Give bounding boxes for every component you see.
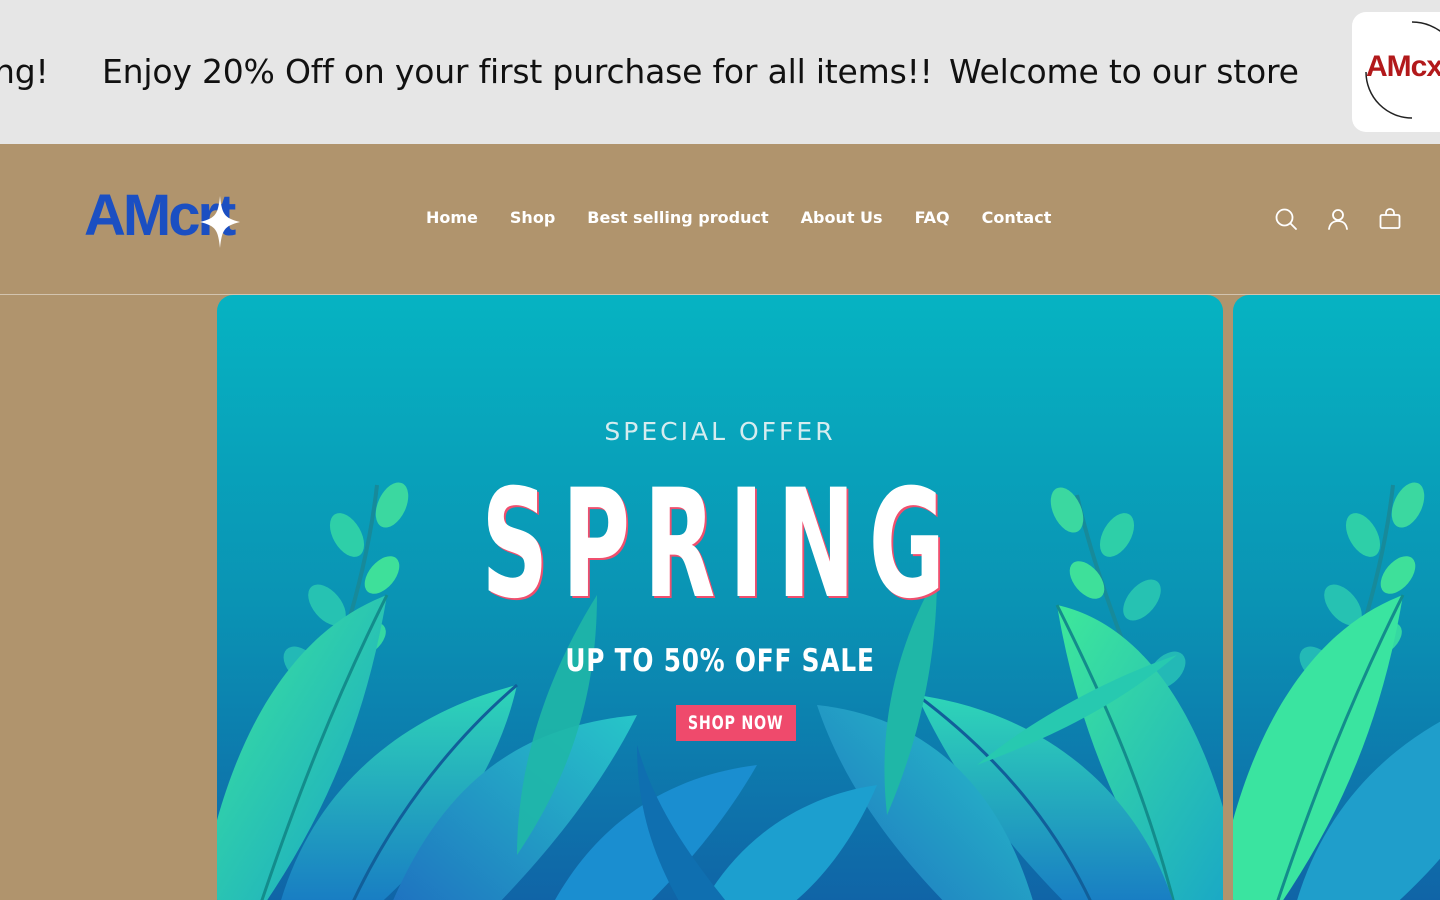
nav-faq[interactable]: FAQ bbox=[899, 204, 966, 232]
hero-slide-spring[interactable]: SPECIAL OFFER SPRING UP TO 50% OFF SALE … bbox=[217, 295, 1223, 900]
header-actions bbox=[1272, 205, 1404, 233]
nav-shop[interactable]: Shop bbox=[494, 204, 571, 232]
hero-subtitle: SPECIAL OFFER bbox=[604, 417, 836, 446]
brand-logo[interactable]: AMcrt bbox=[84, 184, 274, 248]
site-header: AMcrt Home Shop Best selling product Abo… bbox=[0, 144, 1440, 295]
main-nav: Home Shop Best selling product About Us … bbox=[410, 204, 1067, 232]
nav-contact[interactable]: Contact bbox=[966, 204, 1068, 232]
cart-icon[interactable] bbox=[1376, 205, 1404, 233]
announcement-bar: ng! Enjoy 20% Off on your first purchase… bbox=[0, 0, 1440, 144]
shop-now-label: SHOP NOW bbox=[688, 712, 784, 734]
next-banner-graphic bbox=[1233, 295, 1440, 900]
badge-text: AMcx bbox=[1366, 50, 1440, 83]
announcement-message: ng! bbox=[0, 52, 49, 91]
shop-now-button[interactable]: SHOP NOW bbox=[676, 705, 796, 741]
hero-slide-next-preview[interactable] bbox=[1233, 295, 1440, 900]
announcement-message: Welcome to our store bbox=[949, 52, 1299, 91]
nav-home[interactable]: Home bbox=[410, 204, 494, 232]
hero-offer: UP TO 50% OFF SALE bbox=[565, 643, 875, 679]
announcement-message: Enjoy 20% Off on your first purchase for… bbox=[102, 52, 933, 91]
nav-about-us[interactable]: About Us bbox=[785, 204, 899, 232]
account-icon[interactable] bbox=[1324, 205, 1352, 233]
sparkle-icon bbox=[200, 196, 240, 248]
hero-title: SPRING bbox=[481, 458, 959, 632]
hero-slider[interactable]: SPECIAL OFFER SPRING UP TO 50% OFF SALE … bbox=[0, 295, 1440, 900]
nav-best-selling[interactable]: Best selling product bbox=[571, 204, 784, 232]
search-icon[interactable] bbox=[1272, 205, 1300, 233]
store-badge-logo[interactable]: AMcx bbox=[1352, 12, 1440, 132]
